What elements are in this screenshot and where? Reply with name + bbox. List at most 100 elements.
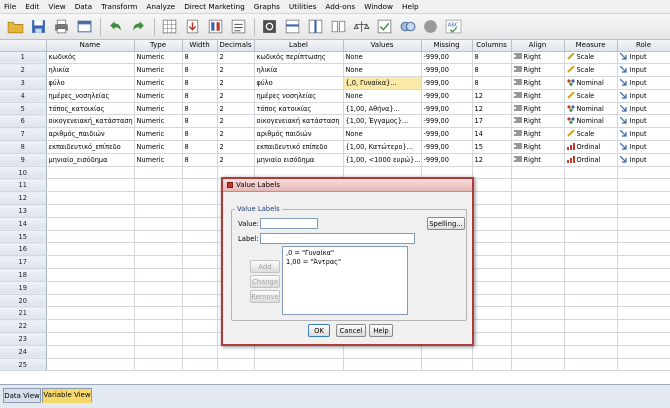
- cell-missing[interactable]: -999,00: [421, 102, 473, 116]
- list-item[interactable]: 1,00 = "Άντρας": [286, 258, 404, 267]
- cell-cols[interactable]: 12: [472, 89, 512, 103]
- cell-role[interactable]: Input: [617, 89, 670, 103]
- row-number[interactable]: 15: [0, 230, 47, 244]
- cell-align[interactable]: [511, 268, 565, 282]
- cell-name[interactable]: αριθμός_παιδιών: [46, 127, 135, 142]
- cell-measure[interactable]: [564, 268, 618, 282]
- cell-name[interactable]: [46, 230, 135, 244]
- cell-label[interactable]: αριθμός παιδιών: [254, 127, 344, 142]
- cell-values[interactable]: [343, 345, 422, 359]
- row-number[interactable]: 16: [0, 242, 47, 257]
- cell-role[interactable]: Input: [617, 76, 670, 90]
- column-header-type[interactable]: Type: [134, 40, 183, 52]
- cell-width[interactable]: 8: [182, 140, 218, 154]
- column-header-decimals[interactable]: Decimals: [217, 40, 255, 52]
- cell-role[interactable]: [617, 319, 670, 334]
- cell-label[interactable]: [254, 345, 344, 359]
- cell-missing[interactable]: [421, 358, 473, 372]
- cell-role[interactable]: [617, 358, 670, 372]
- spelling-button[interactable]: Spelling...: [427, 217, 465, 230]
- value-labels-list[interactable]: ,0 = "Γυναίκα" 1,00 = "Άντρας": [282, 246, 408, 315]
- cell-name[interactable]: [46, 178, 135, 193]
- cell-measure[interactable]: [564, 204, 618, 218]
- cell-align[interactable]: [511, 242, 565, 257]
- cell-type[interactable]: Numeric: [134, 51, 183, 65]
- cell-role[interactable]: [617, 166, 670, 180]
- cell-label[interactable]: κωδικός περίπτωσης: [254, 51, 344, 65]
- cell-role[interactable]: [617, 217, 670, 231]
- cell-role[interactable]: [617, 178, 670, 193]
- insert-variable-icon[interactable]: [306, 17, 325, 36]
- cell-measure[interactable]: [564, 306, 618, 321]
- column-header-width[interactable]: Width: [182, 40, 218, 52]
- cell-align[interactable]: Right: [511, 76, 565, 90]
- cell-align[interactable]: Right: [511, 140, 565, 154]
- cell-measure[interactable]: [564, 319, 618, 334]
- cell-cols[interactable]: 12: [472, 102, 512, 116]
- cell-dec[interactable]: 2: [217, 153, 255, 167]
- remove-button[interactable]: Remove: [250, 290, 280, 303]
- column-header-values[interactable]: Values: [343, 40, 422, 52]
- cell-role[interactable]: Input: [617, 63, 670, 78]
- cell-role[interactable]: [617, 255, 670, 270]
- cell-measure[interactable]: Ordinal: [564, 140, 618, 154]
- cell-values[interactable]: None: [343, 127, 422, 142]
- cell-cols[interactable]: 15: [472, 140, 512, 154]
- cell-width[interactable]: [182, 281, 218, 295]
- cell-values[interactable]: {1,00, Έγγαμος}...: [343, 114, 422, 129]
- cell-name[interactable]: [46, 204, 135, 218]
- list-item[interactable]: ,0 = "Γυναίκα": [286, 249, 404, 258]
- cell-measure[interactable]: Ordinal: [564, 153, 618, 167]
- select-cases-icon[interactable]: [375, 17, 394, 36]
- cell-cols[interactable]: [472, 242, 512, 257]
- cell-values[interactable]: [343, 358, 422, 372]
- cell-width[interactable]: 8: [182, 153, 218, 167]
- cell-name[interactable]: [46, 358, 135, 372]
- cell-cols[interactable]: [472, 306, 512, 321]
- cell-name[interactable]: εκπαιδευτικό_επίπεδο: [46, 140, 135, 154]
- value-input[interactable]: [260, 218, 318, 229]
- cell-type[interactable]: [134, 268, 183, 282]
- cell-label[interactable]: τόπος κατοικίας: [254, 102, 344, 116]
- change-button[interactable]: Change: [250, 275, 280, 288]
- row-number[interactable]: 11: [0, 178, 47, 193]
- menu-item-file[interactable]: File: [4, 2, 16, 11]
- cell-width[interactable]: [182, 294, 218, 308]
- cell-role[interactable]: Input: [617, 140, 670, 154]
- cell-width[interactable]: 8: [182, 89, 218, 103]
- cell-dec[interactable]: 2: [217, 127, 255, 142]
- cell-label[interactable]: μηνιαίο εισόδημα: [254, 153, 344, 167]
- cell-align[interactable]: Right: [511, 153, 565, 167]
- cell-values[interactable]: None: [343, 89, 422, 103]
- cell-cols[interactable]: [472, 294, 512, 308]
- cell-width[interactable]: 8: [182, 76, 218, 90]
- insert-cases-icon[interactable]: [283, 17, 302, 36]
- use-variable-sets-icon[interactable]: [421, 17, 440, 36]
- cell-cols[interactable]: [472, 191, 512, 206]
- cell-role[interactable]: [617, 242, 670, 257]
- descriptives-icon[interactable]: [229, 17, 248, 36]
- menu-item-direct-marketing[interactable]: Direct Marketing: [184, 2, 245, 11]
- cell-align[interactable]: [511, 345, 565, 359]
- cell-dec[interactable]: 2: [217, 51, 255, 65]
- cell-cols[interactable]: [472, 268, 512, 282]
- cell-width[interactable]: 8: [182, 51, 218, 65]
- cell-missing[interactable]: -999,00: [421, 153, 473, 167]
- column-header-missing[interactable]: Missing: [421, 40, 473, 52]
- cell-measure[interactable]: [564, 281, 618, 295]
- cell-values[interactable]: {1,00, Κατώτερο}...: [343, 140, 422, 154]
- cell-cols[interactable]: 17: [472, 114, 512, 129]
- cell-label[interactable]: ηλικία: [254, 63, 344, 78]
- cell-name[interactable]: [46, 345, 135, 359]
- cell-name[interactable]: [46, 281, 135, 295]
- menu-item-analyze[interactable]: Analyze: [146, 2, 175, 11]
- cell-align[interactable]: [511, 281, 565, 295]
- cell-role[interactable]: [617, 191, 670, 206]
- cell-align[interactable]: [511, 255, 565, 270]
- cell-role[interactable]: Input: [617, 153, 670, 167]
- cell-role[interactable]: [617, 294, 670, 308]
- cell-type[interactable]: Numeric: [134, 76, 183, 90]
- cell-type[interactable]: Numeric: [134, 102, 183, 116]
- row-number[interactable]: 23: [0, 332, 47, 346]
- cell-width[interactable]: [182, 230, 218, 244]
